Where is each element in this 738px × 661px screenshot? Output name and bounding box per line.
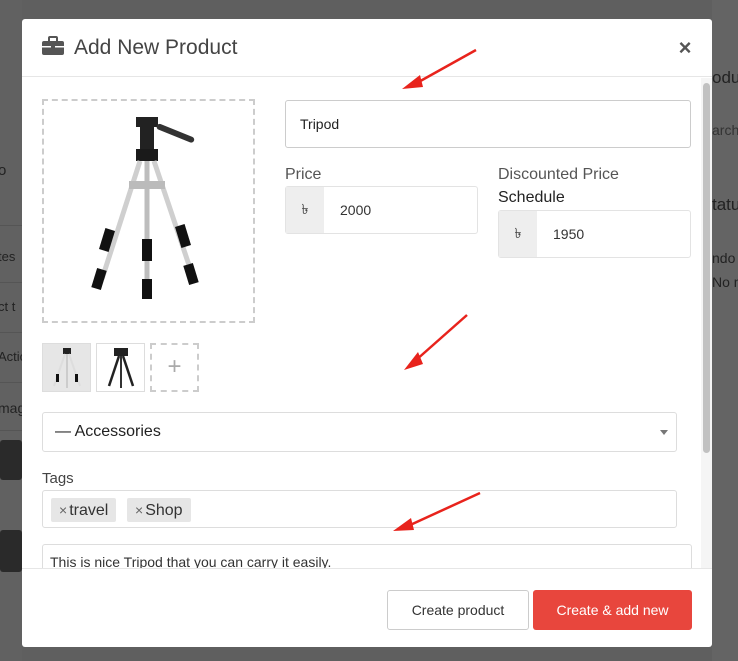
price-value[interactable]: 2000	[324, 187, 477, 233]
tags-label: Tags	[42, 470, 74, 487]
tags-input[interactable]: × travel × Shop	[42, 490, 677, 528]
close-icon[interactable]: ×	[674, 37, 696, 59]
background-right-strip: odu arch tatu ndo No m	[712, 0, 738, 661]
scrollbar-thumb[interactable]	[703, 83, 710, 453]
background-text: tatu	[712, 195, 738, 214]
category-value: — Accessories	[55, 423, 161, 440]
product-thumbnail[interactable]	[42, 343, 91, 392]
product-thumbnail[interactable]	[96, 343, 145, 392]
modal-footer: Create product Create & add new	[22, 568, 712, 647]
tag-remove-icon[interactable]: ×	[135, 502, 143, 518]
tag-remove-icon[interactable]: ×	[59, 502, 67, 518]
discounted-price-label: Discounted Price	[498, 166, 619, 183]
background-product-image	[0, 440, 22, 480]
currency-symbol: ৳	[286, 187, 324, 233]
background-text: o	[0, 162, 7, 179]
background-divider	[0, 382, 22, 383]
create-product-button[interactable]: Create product	[387, 590, 529, 630]
briefcase-icon	[42, 36, 64, 55]
schedule-link[interactable]: Schedule	[498, 189, 565, 207]
price-label: Price	[285, 166, 322, 183]
tag-chip: × Shop	[127, 498, 191, 522]
description-editor[interactable]: This is nice Tripod that you can carry i…	[42, 544, 692, 568]
background-divider	[0, 225, 22, 226]
price-field[interactable]: ৳ 2000	[285, 186, 478, 234]
background-text: tes	[0, 249, 16, 264]
background-text: ndo	[712, 250, 736, 266]
discounted-price-field[interactable]: ৳ 1950	[498, 210, 691, 258]
modal-scrollbar[interactable]	[701, 78, 712, 568]
discounted-price-value[interactable]: 1950	[537, 211, 690, 257]
create-and-add-new-button[interactable]: Create & add new	[533, 590, 692, 630]
background-divider	[0, 430, 22, 431]
category-select[interactable]: — Accessories	[42, 412, 677, 452]
tag-chip: × travel	[51, 498, 117, 522]
chevron-down-icon	[660, 430, 668, 435]
tag-label: Shop	[145, 502, 183, 519]
background-text: ct t	[0, 299, 16, 314]
background-text: odu	[712, 68, 738, 87]
background-product-image	[0, 530, 22, 572]
add-image-button[interactable]: +	[150, 343, 199, 392]
tripod-thumbnail-image	[107, 347, 134, 388]
tag-label: travel	[69, 502, 109, 519]
background-text: No m	[712, 274, 738, 290]
tripod-image	[90, 116, 199, 299]
tripod-thumbnail-image	[52, 347, 81, 388]
product-main-image[interactable]	[42, 99, 255, 323]
modal-header: Add New Product ×	[22, 19, 712, 77]
background-divider	[0, 282, 22, 283]
background-divider	[0, 332, 22, 333]
product-name-input[interactable]	[285, 100, 691, 148]
background-text: arch	[712, 122, 738, 138]
modal-title: Add New Product	[74, 36, 238, 59]
add-product-modal: Add New Product × + Tripod Price ৳ 2000 …	[22, 19, 712, 647]
background-left-strip: o tes ct t Actio mag	[0, 0, 27, 661]
currency-symbol: ৳	[499, 211, 537, 257]
modal-body: + Price ৳ 2000 Discounted Price Schedule…	[22, 78, 712, 568]
